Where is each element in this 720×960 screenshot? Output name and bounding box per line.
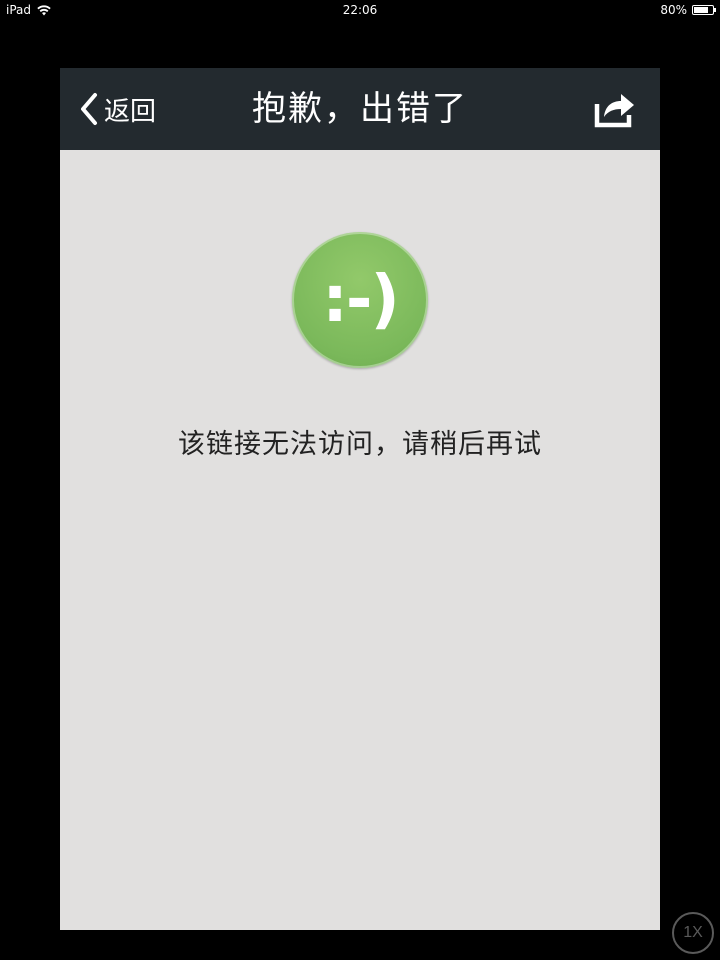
error-message: 该链接无法访问，请稍后再试 <box>178 429 542 460</box>
app-viewport: 返回 抱歉，出错了 :-) 该链接无法访问，请稍后再试 <box>60 68 660 930</box>
battery-fill <box>694 7 709 13</box>
battery-icon <box>692 5 716 15</box>
page-title: 抱歉，出错了 <box>252 89 468 129</box>
battery-percent: 80% <box>660 3 687 17</box>
back-label: 返回 <box>104 96 157 127</box>
share-button[interactable] <box>592 88 638 130</box>
status-time: 22:06 <box>342 3 378 17</box>
smiley-face-icon: :-) <box>292 232 428 368</box>
zoom-toggle-button[interactable]: 1X <box>672 912 714 954</box>
status-bar: iPad 22:06 80% <box>0 0 720 20</box>
ipad-screen: iPad 22:06 80% 返回 抱歉，出错了:-) 该链接无法访问，请稍后… <box>0 0 720 960</box>
error-content: :-) 该链接无法访问，请稍后再试 <box>60 150 660 930</box>
share-icon <box>594 94 634 128</box>
chevron-left-icon <box>81 93 97 125</box>
navigation-bar: 返回 抱歉，出错了 <box>60 68 660 150</box>
back-button[interactable]: 返回 <box>78 88 156 130</box>
status-right: 80% <box>660 0 716 20</box>
